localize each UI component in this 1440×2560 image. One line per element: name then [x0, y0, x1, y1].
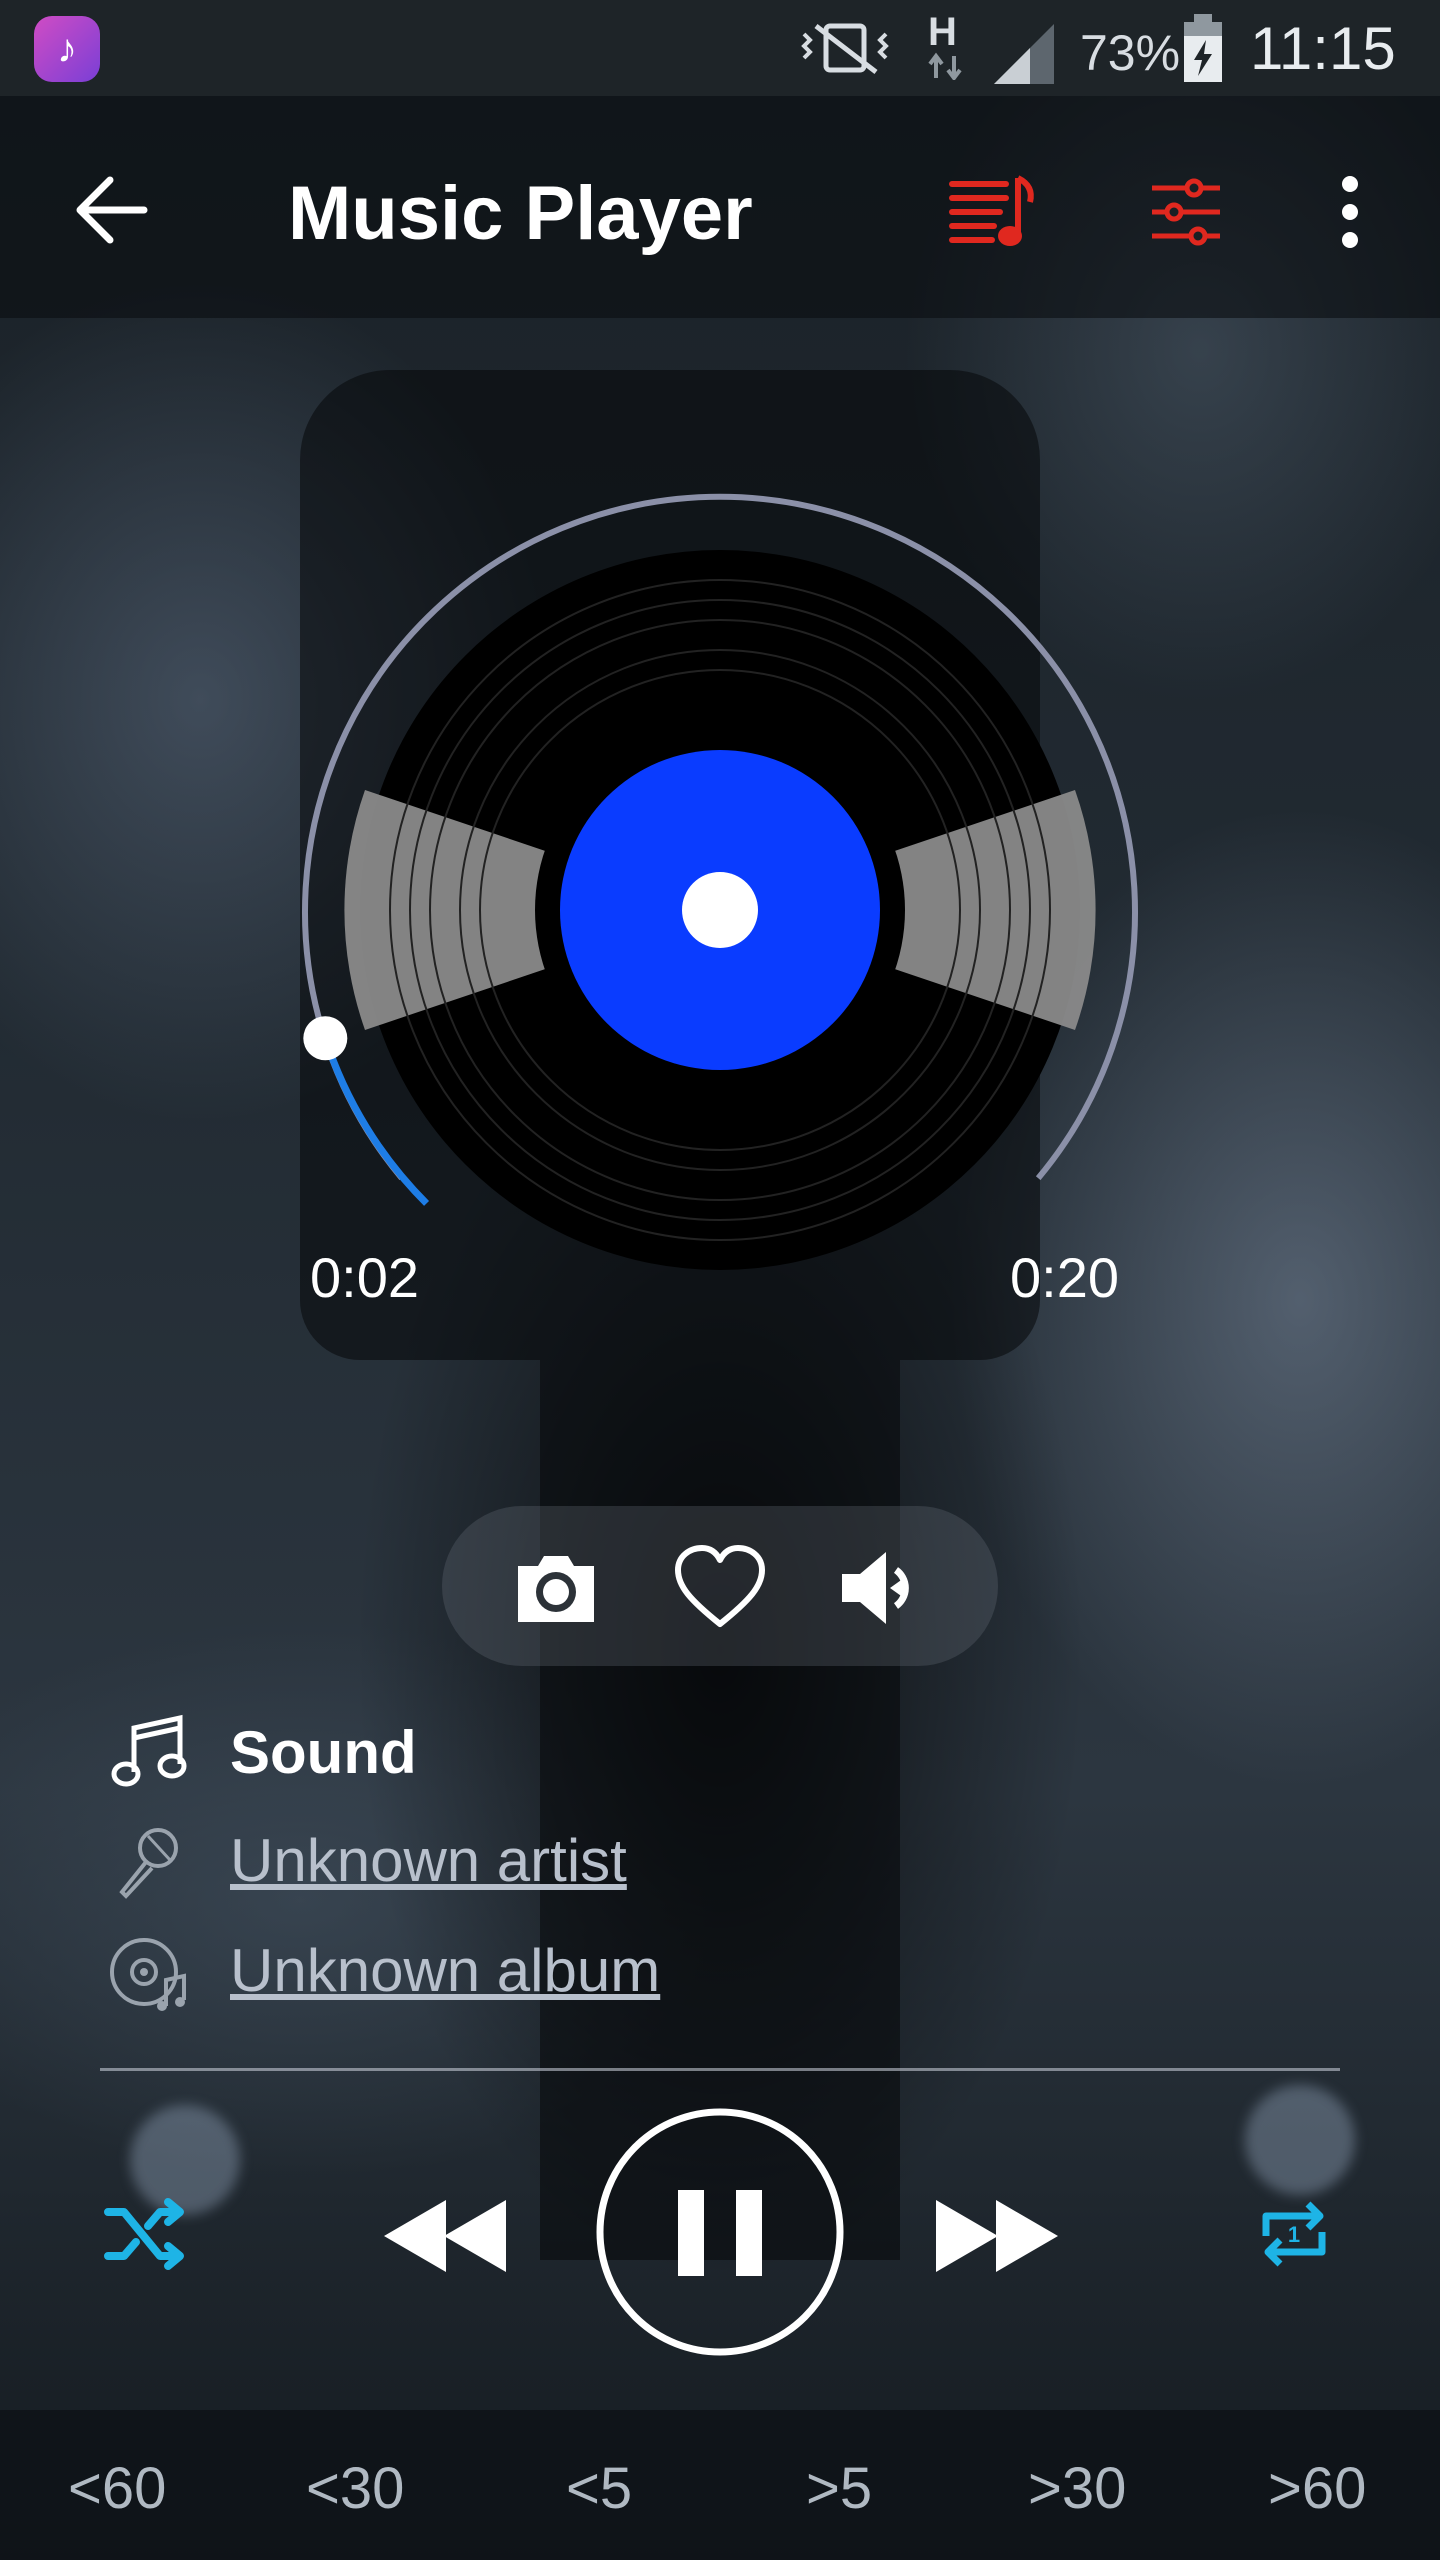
elapsed-time: 0:02	[310, 1246, 419, 1309]
volume-icon[interactable]	[836, 1540, 932, 1636]
shuffle-icon[interactable]	[104, 2196, 190, 2272]
jump-back-60-button[interactable]: <60	[68, 2455, 166, 2522]
vibrate-icon	[801, 23, 889, 74]
network-type: H	[928, 10, 957, 54]
album-link[interactable]: Unknown album	[230, 1936, 660, 2005]
jump-back-5-button[interactable]: <5	[566, 2455, 632, 2522]
artist-link[interactable]: Unknown artist	[230, 1826, 627, 1895]
equalizer-icon[interactable]	[1150, 176, 1222, 248]
jump-back-30-button[interactable]: <30	[306, 2455, 404, 2522]
progress-thumb[interactable]	[303, 1016, 348, 1061]
jump-forward-60-button[interactable]: >60	[1268, 2455, 1366, 2522]
playlist-icon[interactable]	[948, 172, 1038, 250]
battery-charging-icon	[1184, 14, 1222, 82]
data-arrows-icon	[928, 52, 962, 80]
rewind-icon[interactable]	[380, 2196, 510, 2276]
heart-icon[interactable]	[672, 1540, 768, 1636]
divider	[100, 2068, 1340, 2071]
back-arrow-icon[interactable]	[74, 172, 150, 248]
pause-button[interactable]	[594, 2106, 846, 2358]
total-duration: 0:20	[1010, 1246, 1119, 1309]
bokeh-light	[1245, 2085, 1355, 2195]
track-title: Sound	[230, 1719, 417, 1786]
album-icon	[110, 1938, 186, 2011]
clock-time: 11:15	[1250, 15, 1396, 82]
more-vert-icon[interactable]	[1330, 174, 1370, 250]
page-title: Music Player	[288, 171, 753, 256]
seek-jump-bar	[0, 2410, 1440, 2560]
repeat-one-icon[interactable]: 1	[1256, 2196, 1332, 2272]
vinyl-spindle	[682, 872, 758, 948]
fast-forward-icon[interactable]	[932, 2196, 1062, 2276]
battery-percent: 73%	[1080, 25, 1181, 81]
music-note-icon: ♪	[34, 16, 100, 82]
jump-forward-5-button[interactable]: >5	[806, 2455, 872, 2522]
vinyl-disc-player	[302, 493, 1138, 1270]
camera-icon[interactable]	[508, 1540, 604, 1636]
music-note-icon	[111, 1714, 187, 1787]
status-bar: ♪ H 73% 11:15	[0, 0, 1440, 96]
pause-icon	[678, 2190, 704, 2276]
repeat-one-badge: 1	[1288, 2222, 1300, 2247]
jump-forward-30-button[interactable]: >30	[1028, 2455, 1126, 2522]
microphone-icon	[119, 1828, 178, 1899]
signal-icon	[994, 24, 1054, 84]
